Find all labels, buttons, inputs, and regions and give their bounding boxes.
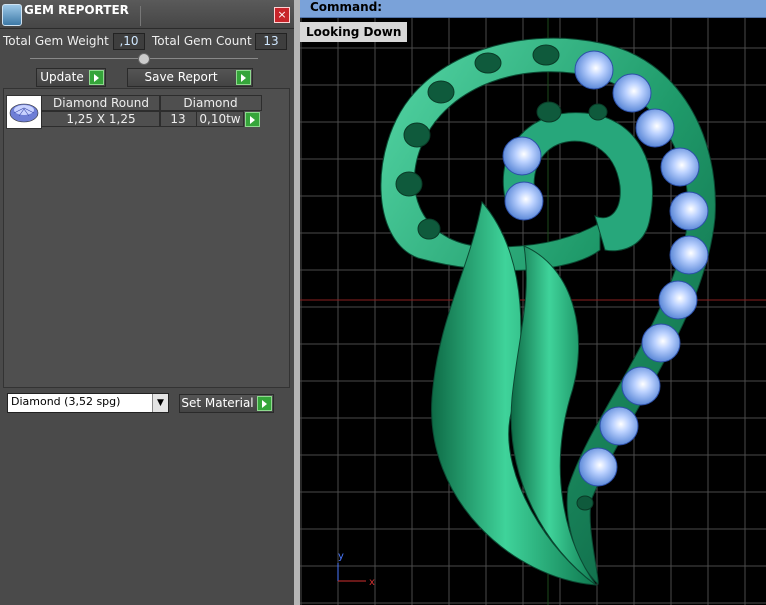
diamond-thumbnail-icon xyxy=(6,95,42,129)
chevron-down-icon[interactable]: ▼ xyxy=(152,394,168,412)
viewport[interactable]: y x xyxy=(300,18,766,605)
gem-row[interactable]: Diamond Round Diamond 1,25 X 1,25 13 0,1… xyxy=(4,95,289,129)
viewport-canvas[interactable]: y x xyxy=(300,18,766,605)
set-material-button[interactable]: Set Material xyxy=(179,394,274,413)
title-separator xyxy=(140,6,141,26)
gem-table: Diamond Round Diamond 1,25 X 1,25 13 0,1… xyxy=(3,88,290,388)
material-select-value: Diamond (3,52 spg) xyxy=(11,395,121,408)
play-arrow-icon xyxy=(236,70,251,85)
save-report-label: Save Report xyxy=(144,70,218,84)
panel-title: GEM REPORTER xyxy=(24,3,129,17)
gem-size: 1,25 X 1,25 xyxy=(41,111,161,127)
gem-material: Diamond xyxy=(159,95,262,111)
play-arrow-icon xyxy=(257,396,272,411)
gem-shape: Diamond Round xyxy=(41,95,161,111)
command-bar[interactable]: Command: xyxy=(300,0,766,18)
axis-y-label: y xyxy=(338,551,344,562)
gem-weight: 0,10tw xyxy=(196,111,244,127)
gem-count: 13 xyxy=(159,111,197,127)
row-play-arrow-icon[interactable] xyxy=(245,112,260,127)
command-label: Command: xyxy=(310,0,383,14)
gem-reporter-icon xyxy=(2,4,22,26)
update-button[interactable]: Update xyxy=(36,68,106,87)
viewport-label[interactable]: Looking Down xyxy=(300,22,408,42)
material-select[interactable]: Diamond (3,52 spg) ▼ xyxy=(7,393,169,413)
gem-reporter-panel: GEM REPORTER × Total Gem Weight ,10 Tota… xyxy=(0,0,294,605)
close-button[interactable]: × xyxy=(274,7,290,23)
splitter-handle[interactable] xyxy=(138,53,150,65)
total-weight-value: ,10 xyxy=(113,33,145,50)
total-count-value: 13 xyxy=(255,33,287,50)
total-count-label: Total Gem Count xyxy=(152,34,252,48)
total-weight-label: Total Gem Weight xyxy=(3,34,109,48)
set-material-label: Set Material xyxy=(181,396,254,410)
save-report-button[interactable]: Save Report xyxy=(127,68,253,87)
update-label: Update xyxy=(40,70,84,84)
axis-x-label: x xyxy=(369,577,375,588)
play-arrow-icon xyxy=(89,70,104,85)
panel-title-bar: GEM REPORTER × xyxy=(0,0,294,29)
